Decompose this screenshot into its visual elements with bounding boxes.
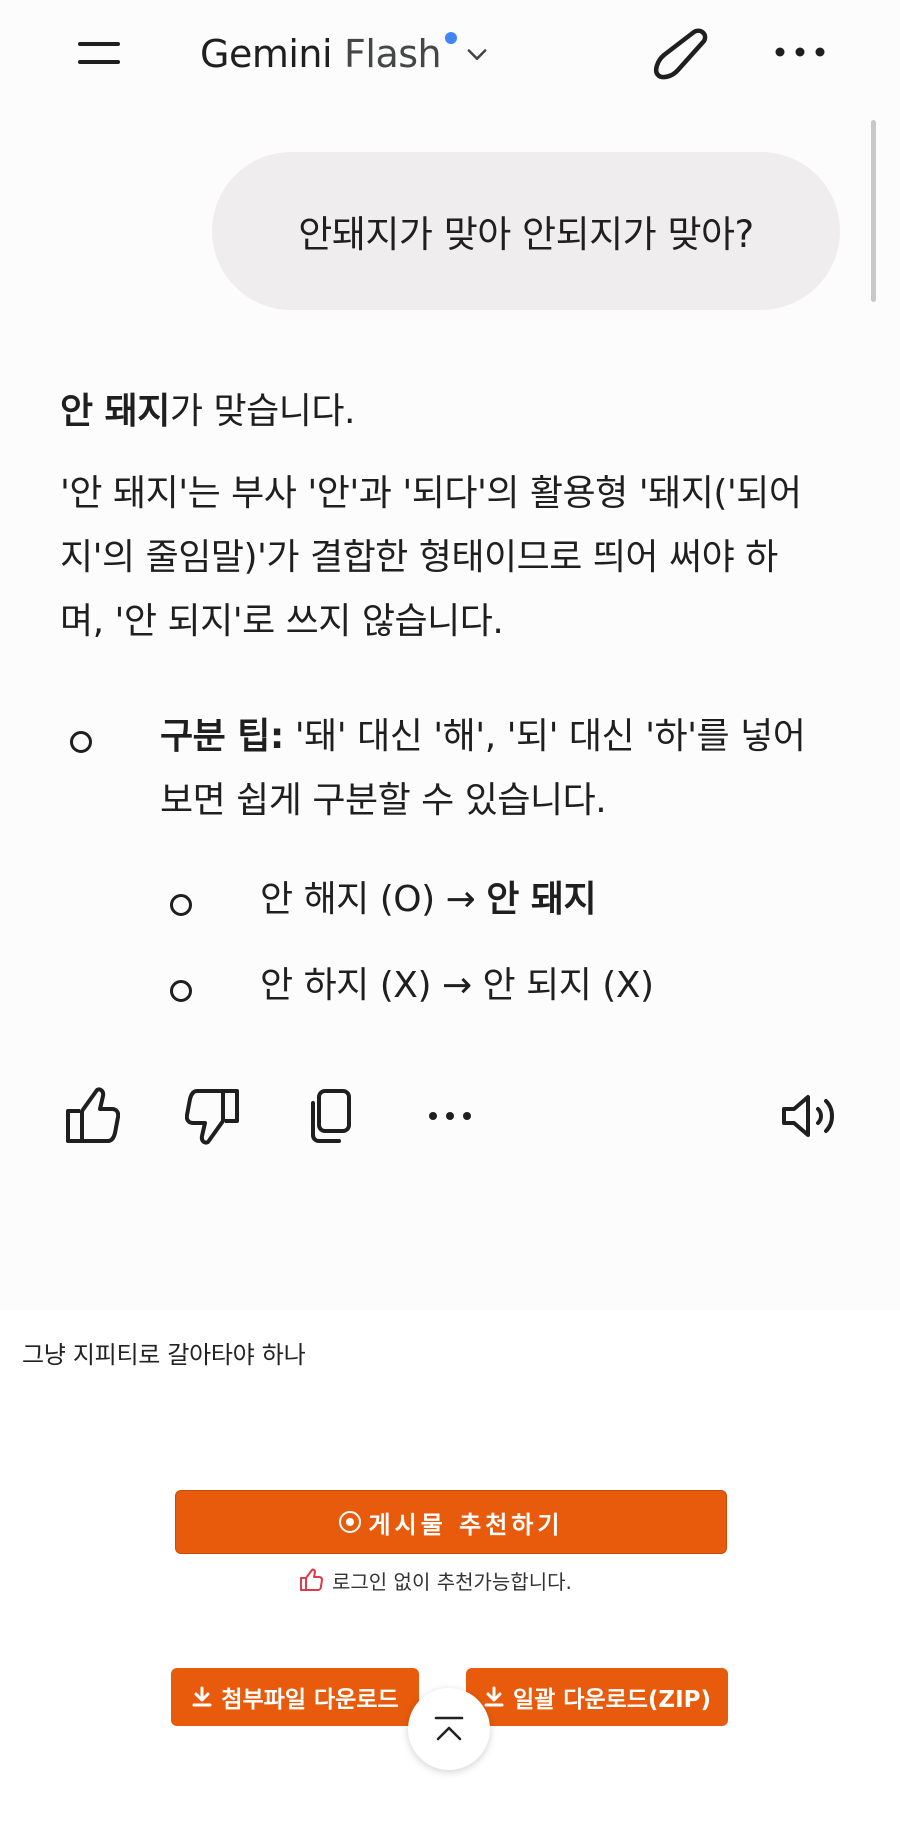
- scroll-to-top-button[interactable]: [408, 1688, 490, 1770]
- answer-intro-bold: 안 돼지: [60, 391, 170, 432]
- bullet-icon: [170, 980, 192, 1002]
- edit-icon[interactable]: [650, 24, 712, 86]
- gemini-screenshot: Gemini Flash 안돼지가 맞아 안되지가 맞아? 안 돼지가 맞습니다…: [0, 0, 900, 1310]
- example-list-item: 안 하지 (X) → 안 되지 (X): [160, 954, 850, 1018]
- model-variant: Flash: [344, 32, 442, 76]
- bullet-icon: [70, 731, 92, 753]
- thumbs-up-icon: [300, 1568, 323, 1591]
- answer-intro-rest: 가 맞습니다.: [169, 391, 356, 432]
- more-horizontal-icon[interactable]: [770, 30, 830, 74]
- chevron-up-icon: [434, 1716, 464, 1741]
- model-answer: 안 돼지가 맞습니다. '안 돼지'는 부사 '안'과 '되다'의 활용형 '돼…: [60, 380, 850, 1006]
- answer-intro: 안 돼지가 맞습니다.: [60, 380, 850, 444]
- download-icon: [192, 1686, 212, 1707]
- new-indicator-dot: [445, 32, 458, 44]
- recommend-note-text: 로그인 없이 추천가능합니다.: [332, 1569, 572, 1594]
- bullet-icon: [170, 894, 192, 916]
- zip-download-label: 일괄 다운로드(ZIP): [512, 1687, 712, 1713]
- example-text: 안 하지 (X) → 안 되지 (X): [260, 965, 654, 1006]
- recommend-label: 게시물 추천하기: [368, 1510, 564, 1539]
- thumbs-up-icon[interactable]: [62, 1085, 121, 1147]
- chevron-down-icon: [467, 49, 487, 60]
- zip-download-button[interactable]: 일괄 다운로드(ZIP): [466, 1668, 728, 1726]
- example-list-item: 안 해지 (O) → 안 돼지: [160, 868, 850, 932]
- model-selector[interactable]: Gemini Flash: [200, 26, 491, 82]
- scrollbar[interactable]: [871, 120, 876, 302]
- recommend-button[interactable]: 게시물 추천하기: [175, 1490, 727, 1554]
- recommend-note: 로그인 없이 추천가능합니다.: [298, 1565, 572, 1595]
- download-icon: [484, 1686, 504, 1707]
- attachment-download-label: 첨부파일 다운로드: [221, 1687, 399, 1713]
- model-name: Gemini: [200, 32, 333, 76]
- tip-list-item: 구분 팁: '돼' 대신 '해', '되' 대신 '하'를 넣어보면 쉽게 구분…: [60, 705, 850, 833]
- target-icon: [338, 1511, 361, 1533]
- user-message-bubble: 안돼지가 맞아 안되지가 맞아?: [212, 152, 840, 310]
- more-horizontal-icon[interactable]: [425, 1085, 475, 1147]
- tip-label: 구분 팁:: [160, 716, 284, 757]
- post-comment: 그냥 지피티로 갈아타야 하나: [22, 1341, 306, 1369]
- attachment-download-button[interactable]: 첨부파일 다운로드: [171, 1668, 419, 1726]
- answer-explanation: '안 돼지'는 부사 '안'과 '되다'의 활용형 '돼지('되어지'의 줄임말…: [60, 473, 802, 642]
- thumbs-down-icon[interactable]: [184, 1085, 243, 1147]
- speaker-icon[interactable]: [778, 1085, 840, 1147]
- menu-icon[interactable]: [72, 38, 128, 72]
- example-bold: 안 돼지: [486, 879, 597, 920]
- example-text: 안 해지 (O) →: [260, 879, 487, 920]
- copy-icon[interactable]: [305, 1085, 357, 1147]
